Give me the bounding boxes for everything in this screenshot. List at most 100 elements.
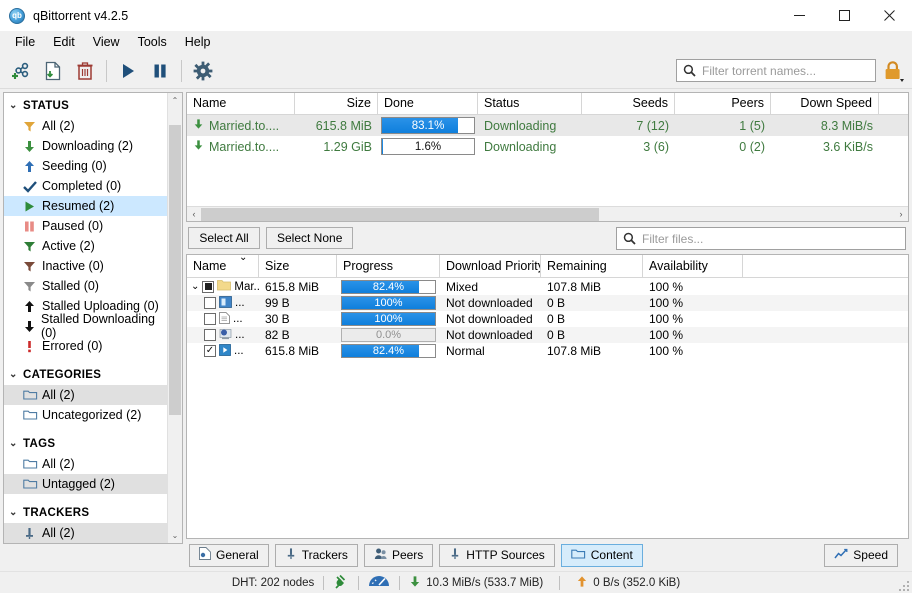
- sidebar-item-stalled-downloading[interactable]: Stalled Downloading (0): [4, 316, 167, 336]
- torrent-name: Married.to....: [209, 140, 279, 154]
- sidebar-item-active[interactable]: Active (2): [4, 236, 167, 256]
- sidebar-item-all[interactable]: All (2): [4, 116, 167, 136]
- tab-trackers[interactable]: Trackers: [275, 544, 358, 567]
- progress-bar: 100%: [341, 296, 436, 310]
- column-header-download-priority[interactable]: Download Priority: [440, 255, 541, 277]
- row-checkbox[interactable]: [204, 313, 216, 325]
- column-header-size[interactable]: Size: [259, 255, 337, 277]
- row-checkbox[interactable]: [202, 281, 214, 293]
- progress-bar: 0.0%: [341, 328, 436, 342]
- column-header-down-speed[interactable]: Down Speed: [771, 93, 879, 114]
- table-row[interactable]: ✓ ... 615.8 MiB 82.4%: [187, 343, 908, 359]
- tab-speed[interactable]: Speed: [824, 544, 898, 567]
- file-priority[interactable]: Not downloaded: [440, 296, 541, 310]
- scroll-left-icon[interactable]: ‹: [187, 209, 201, 219]
- column-header-seeds[interactable]: Seeds: [582, 93, 675, 114]
- sidebar-item-inactive[interactable]: Inactive (0): [4, 256, 167, 276]
- file-remaining: 107.8 MiB: [541, 280, 643, 294]
- sort-indicator-icon: ⌄: [239, 255, 247, 263]
- column-header-name[interactable]: Name ⌄: [187, 255, 259, 277]
- file-availability: 100 %: [643, 312, 743, 326]
- maximize-button[interactable]: [822, 0, 867, 31]
- sidebar-item-resumed[interactable]: Resumed (2): [4, 196, 167, 216]
- progress-bar: 100%: [341, 312, 436, 326]
- speedometer-icon[interactable]: [368, 574, 390, 591]
- column-header-availability[interactable]: Availability: [643, 255, 743, 277]
- sidebar-item-trackers-all[interactable]: All (2): [4, 523, 167, 543]
- preferences-button[interactable]: [187, 56, 219, 86]
- menu-view[interactable]: View: [84, 32, 129, 52]
- sidebar-section-status[interactable]: ⌄ STATUS: [4, 95, 167, 116]
- add-torrent-file-button[interactable]: [37, 56, 69, 86]
- sidebar-section-title: TAGS: [23, 438, 55, 450]
- sidebar-section-tags[interactable]: ⌄ TAGS: [4, 433, 167, 454]
- file-filter-input[interactable]: Filter files...: [616, 227, 906, 250]
- sidebar-item-untagged[interactable]: Untagged (2): [4, 474, 167, 494]
- table-row[interactable]: Married.to.... 615.8 MiB 83.1% Downloadi…: [187, 115, 908, 136]
- select-none-button[interactable]: Select None: [266, 227, 353, 249]
- menu-tools[interactable]: Tools: [129, 32, 176, 52]
- scrollbar-thumb[interactable]: [201, 208, 599, 221]
- sidebar-item-paused[interactable]: Paused (0): [4, 216, 167, 236]
- menu-help[interactable]: Help: [176, 32, 220, 52]
- scrollbar-thumb[interactable]: [169, 125, 181, 415]
- add-torrent-link-button[interactable]: [5, 56, 37, 86]
- pause-button[interactable]: [144, 56, 176, 86]
- row-checkbox[interactable]: [204, 297, 216, 309]
- table-row[interactable]: Married.to.... 1.29 GiB 1.6% Downloading…: [187, 136, 908, 157]
- scrollbar-track[interactable]: [201, 208, 894, 221]
- column-header-done[interactable]: Done: [378, 93, 478, 114]
- column-header-size[interactable]: Size: [295, 93, 378, 114]
- video-file-icon: [219, 344, 231, 359]
- sidebar-item-downloading[interactable]: Downloading (2): [4, 136, 167, 156]
- sidebar-item-uncategorized[interactable]: Uncategorized (2): [4, 405, 167, 425]
- table-row[interactable]: ... 82 B 0.0% Not downloaded 0 B 100 %: [187, 327, 908, 343]
- plug-green-icon[interactable]: [333, 574, 349, 592]
- sidebar-section-trackers[interactable]: ⌄ TRACKERS: [4, 502, 167, 523]
- tab-http-sources[interactable]: HTTP Sources: [439, 544, 554, 567]
- sidebar-item-categories-all[interactable]: All (2): [4, 385, 167, 405]
- tab-peers[interactable]: Peers: [364, 544, 433, 567]
- file-priority[interactable]: Not downloaded: [440, 328, 541, 342]
- close-button[interactable]: [867, 0, 912, 31]
- column-header-progress[interactable]: Progress: [337, 255, 440, 277]
- sidebar-item-tags-all[interactable]: All (2): [4, 454, 167, 474]
- table-row[interactable]: ... 99 B 100% Not downloaded 0 B 100 %: [187, 295, 908, 311]
- file-priority[interactable]: Not downloaded: [440, 312, 541, 326]
- file-progress: 82.4%: [337, 280, 440, 294]
- select-all-button[interactable]: Select All: [188, 227, 260, 249]
- expander-chevron-icon[interactable]: ⌄: [191, 281, 199, 292]
- resume-button[interactable]: [112, 56, 144, 86]
- sidebar-item-seeding[interactable]: Seeding (0): [4, 156, 167, 176]
- resize-grip[interactable]: [897, 579, 909, 591]
- torrent-filter-input[interactable]: Filter torrent names...: [676, 59, 876, 82]
- lock-icon[interactable]: [880, 57, 908, 85]
- menu-file[interactable]: File: [6, 32, 44, 52]
- minimize-button[interactable]: [777, 0, 822, 31]
- progress-label: 1.6%: [415, 141, 441, 153]
- row-checkbox[interactable]: [204, 329, 216, 341]
- sidebar-scrollbar[interactable]: ⌃ ⌄: [167, 93, 182, 543]
- file-priority[interactable]: Normal: [440, 344, 541, 358]
- row-checkbox[interactable]: ✓: [204, 345, 216, 357]
- scroll-down-icon[interactable]: ⌄: [172, 528, 179, 543]
- sidebar-item-label: Active (2): [42, 239, 95, 253]
- column-header-remaining[interactable]: Remaining: [541, 255, 643, 277]
- tab-general[interactable]: General: [189, 544, 269, 567]
- torrent-table-hscrollbar[interactable]: ‹ ›: [187, 206, 908, 221]
- column-header-name[interactable]: Name: [187, 93, 295, 114]
- delete-button[interactable]: [69, 56, 101, 86]
- menu-edit[interactable]: Edit: [44, 32, 84, 52]
- torrent-status: Downloading: [478, 119, 582, 133]
- sidebar-item-stalled[interactable]: Stalled (0): [4, 276, 167, 296]
- column-header-status[interactable]: Status: [478, 93, 582, 114]
- sidebar-item-completed[interactable]: Completed (0): [4, 176, 167, 196]
- table-row[interactable]: ... 30 B 100% Not downloaded 0 B 100 %: [187, 311, 908, 327]
- sidebar-section-categories[interactable]: ⌄ CATEGORIES: [4, 364, 167, 385]
- scroll-right-icon[interactable]: ›: [894, 209, 908, 219]
- column-header-peers[interactable]: Peers: [675, 93, 771, 114]
- tab-content[interactable]: Content: [561, 544, 643, 567]
- table-row[interactable]: ⌄ Mar... 615.8 MiB 82.4%: [187, 278, 908, 295]
- scroll-up-icon[interactable]: ⌃: [172, 93, 179, 108]
- file-priority[interactable]: Mixed: [440, 280, 541, 294]
